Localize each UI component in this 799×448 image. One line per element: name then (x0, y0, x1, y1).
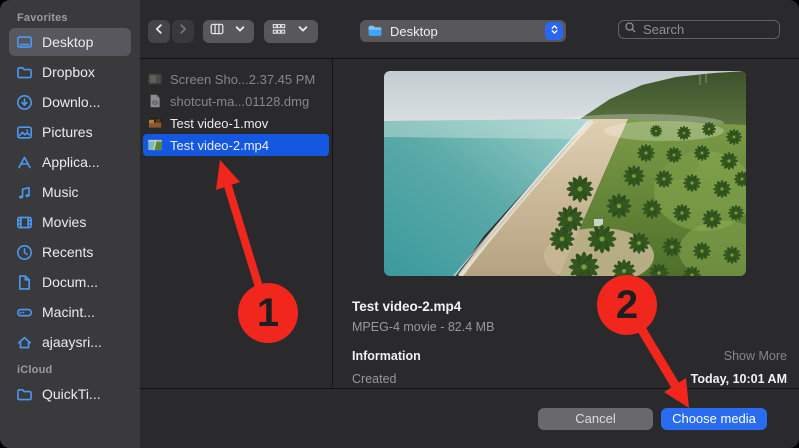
desktop-icon (14, 32, 34, 52)
sidebar-item-macintosh-hd[interactable]: Macint... (9, 298, 131, 326)
sidebar-section-label: Favorites (0, 6, 140, 26)
file-name: Screen Sho...2.37.45 PM (170, 72, 315, 87)
sidebar-item-label: Applica... (42, 154, 100, 170)
dialog-footer: Cancel Choose media (140, 388, 799, 448)
sidebar-item-recents[interactable]: Recents (9, 238, 131, 266)
file-row-video1[interactable]: Test video-1.mov (143, 112, 329, 134)
grid-view-icon (271, 21, 287, 42)
harddrive-icon (14, 302, 34, 322)
video-preview-image (384, 71, 746, 276)
back-button[interactable] (148, 20, 170, 43)
search-input[interactable] (641, 21, 774, 38)
download-icon (14, 92, 34, 112)
sidebar-item-dropbox[interactable]: Dropbox (9, 58, 131, 86)
document-icon (14, 272, 34, 292)
sidebar-item-movies[interactable]: Movies (9, 208, 131, 236)
chevron-right-icon (175, 21, 191, 42)
created-value: Today, 10:01 AM (691, 372, 787, 386)
sidebar-item-label: Pictures (42, 124, 93, 140)
home-icon (14, 332, 34, 352)
sidebar-item-desktop[interactable]: Desktop (9, 28, 131, 56)
music-icon (14, 182, 34, 202)
sidebar-section-list: Desktop Dropbox Downlo... Pictures Applica..… (0, 28, 140, 356)
sidebar-item-documents[interactable]: Docum... (9, 268, 131, 296)
applications-icon (14, 152, 34, 172)
show-more-link[interactable]: Show More (724, 349, 787, 363)
created-label: Created (352, 372, 396, 386)
preview-file-info: MPEG-4 movie - 82.4 MB (352, 320, 787, 334)
folder-icon (367, 23, 383, 39)
sidebar-item-label: Recents (42, 244, 93, 260)
information-heading: Information (352, 349, 421, 363)
location-stepper-button[interactable] (545, 22, 563, 40)
cancel-button[interactable]: Cancel (538, 408, 653, 430)
file-row-screenshot[interactable]: Screen Sho...2.37.45 PM (143, 68, 329, 90)
file-name: shotcut-ma...01128.dmg (170, 94, 309, 109)
sidebar-item-label: QuickTi... (42, 386, 101, 402)
sidebar-item-label: Movies (42, 214, 86, 230)
sidebar-item-label: Macint... (42, 304, 95, 320)
movies-icon (14, 212, 34, 232)
sidebar-section-list: QuickTi... (0, 380, 140, 408)
preview-file-name: Test video-2.mp4 (352, 299, 787, 314)
folder-icon (14, 62, 34, 82)
column-view-icon (209, 21, 225, 42)
column-view-button[interactable] (203, 20, 254, 43)
file-list-column: Screen Sho...2.37.45 PM shotcut-ma...0112… (140, 59, 333, 387)
choose-media-button[interactable]: Choose media (661, 408, 767, 430)
forward-button[interactable] (172, 20, 194, 43)
file-list: Screen Sho...2.37.45 PM shotcut-ma...0112… (140, 68, 332, 156)
preview-column: Test video-2.mp4 MPEG-4 movie - 82.4 MB … (333, 59, 799, 387)
sidebar-item-label: Desktop (42, 34, 93, 50)
chevron-down-icon (295, 21, 311, 42)
file-name: Test video-1.mov (170, 116, 268, 131)
open-file-dialog: Favorites Desktop Dropbox Downlo... Pictures… (0, 0, 799, 448)
sidebar-item-pictures[interactable]: Pictures (9, 118, 131, 146)
folder-icon (14, 384, 34, 404)
sidebar-item-quicktime[interactable]: QuickTi... (9, 380, 131, 408)
disk-image-icon (147, 93, 163, 109)
file-row-dmg[interactable]: shotcut-ma...01128.dmg (143, 90, 329, 112)
recents-icon (14, 242, 34, 262)
main-area: Desktop Screen Sho...2.37.45 PM shotcut-m… (140, 0, 799, 448)
sidebar-item-downloads[interactable]: Downlo... (9, 88, 131, 116)
sidebar-section-label: iCloud (0, 358, 140, 378)
sidebar-item-label: Downlo... (42, 94, 100, 110)
file-metadata: Test video-2.mp4 MPEG-4 movie - 82.4 MB … (352, 299, 787, 386)
file-row-video2[interactable]: Test video-2.mp4 (143, 134, 329, 156)
sidebar-item-music[interactable]: Music (9, 178, 131, 206)
pictures-icon (14, 122, 34, 142)
screenshot-thumb-icon (147, 71, 163, 87)
search-icon (624, 21, 641, 39)
sidebar-item-applications[interactable]: Applica... (9, 148, 131, 176)
search-field[interactable] (618, 20, 780, 39)
location-dropdown[interactable]: Desktop (360, 20, 566, 42)
video-thumb-beach-icon (147, 137, 163, 153)
sidebar-item-label: Docum... (42, 274, 98, 290)
grid-view-button[interactable] (264, 20, 318, 43)
chevron-left-icon (151, 21, 167, 42)
content-area: Screen Sho...2.37.45 PM shotcut-ma...0112… (140, 59, 799, 387)
chevron-down-icon (232, 21, 248, 42)
toolbar: Desktop (140, 0, 799, 59)
chevrons-up-down-icon (548, 23, 561, 39)
sidebar-sections: Favorites Desktop Dropbox Downlo... Pictures… (0, 6, 140, 408)
file-name: Test video-2.mp4 (170, 138, 269, 153)
beach-scene-graphic (384, 71, 746, 276)
video-thumb-warm-icon (147, 115, 163, 131)
location-dropdown-label: Desktop (390, 24, 438, 39)
sidebar: Favorites Desktop Dropbox Downlo... Pictures… (0, 0, 140, 448)
sidebar-item-label: Dropbox (42, 64, 95, 80)
sidebar-item-label: Music (42, 184, 79, 200)
sidebar-item-home[interactable]: ajaaysri... (9, 328, 131, 356)
sidebar-item-label: ajaaysri... (42, 334, 102, 350)
